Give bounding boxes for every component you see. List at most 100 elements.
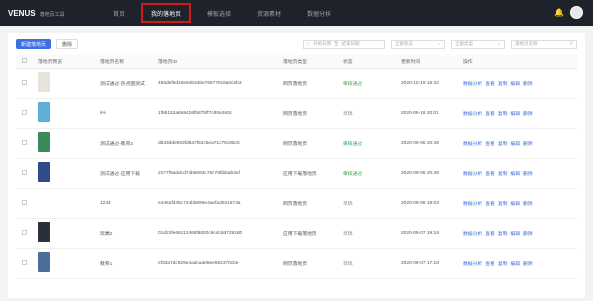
top-right-actions: 🔔 xyxy=(554,6,583,19)
table-row: 测试通过-应用下载 2277f9addcd74b6683c75c78bbbab3… xyxy=(16,158,577,189)
delete-link[interactable]: 删除 xyxy=(523,172,533,177)
preview-thumbnail[interactable] xyxy=(38,222,50,242)
delete-link[interactable]: 删除 xyxy=(523,112,533,117)
search-icon[interactable]: ⚲ xyxy=(569,41,573,47)
calendar-icon: □ xyxy=(307,41,311,47)
actions-cell: 数据分析 查看 复制 编辑 删除 xyxy=(463,158,577,189)
col-updated: 更新时间 xyxy=(401,55,463,69)
copy-link[interactable]: 复制 xyxy=(498,82,508,87)
status-badge: 草稿 xyxy=(343,188,401,219)
preview-thumbnail[interactable] xyxy=(38,162,50,182)
logo-subtitle: 落地页工具 xyxy=(39,11,65,18)
nav-resources[interactable]: 资源素材 xyxy=(244,0,294,26)
copy-link[interactable]: 复制 xyxy=(498,172,508,177)
view-link[interactable]: 查看 xyxy=(485,202,495,207)
updated-time-cell: 2020-09-07 17:18 xyxy=(401,248,463,279)
start-date-placeholder: 开始日期 xyxy=(313,41,332,46)
status-badge: 草稿 xyxy=(343,98,401,129)
main-panel: 新建落地页 删除 □ 开始日期 至 结束日期 全部状态 ⌄ 全部类型 ⌄ 落地页… xyxy=(8,33,585,298)
avatar[interactable] xyxy=(570,6,583,19)
preview-thumbnail[interactable] xyxy=(38,102,50,122)
row-checkbox[interactable] xyxy=(22,139,27,145)
preview-thumbnail[interactable] xyxy=(38,132,50,152)
date-range-picker[interactable]: □ 开始日期 至 结束日期 xyxy=(303,39,385,49)
delete-button[interactable]: 删除 xyxy=(56,39,79,49)
row-checkbox[interactable] xyxy=(22,259,27,265)
status-select[interactable]: 全部状态 ⌄ xyxy=(391,39,445,49)
create-landing-page-button[interactable]: 新建落地页 xyxy=(16,39,52,49)
app-logo[interactable]: VENUS 落地页工具 xyxy=(0,9,70,18)
data-analysis-link[interactable]: 数据分析 xyxy=(463,82,482,87)
row-checkbox[interactable] xyxy=(22,79,27,85)
preview-cell xyxy=(38,248,100,279)
bell-icon[interactable]: 🔔 xyxy=(554,8,564,17)
table-row: 测试通过-热点图测试 455def9d46e84b34be765779c8a0c… xyxy=(16,68,577,99)
data-analysis-link[interactable]: 数据分析 xyxy=(463,232,482,237)
view-link[interactable]: 查看 xyxy=(485,172,495,177)
edit-link[interactable]: 编辑 xyxy=(510,232,520,237)
delete-link[interactable]: 删除 xyxy=(523,232,533,237)
row-checkbox[interactable] xyxy=(22,199,27,205)
copy-link[interactable]: 复制 xyxy=(498,202,508,207)
row-select-cell xyxy=(16,128,38,159)
preview-cell xyxy=(38,188,100,219)
edit-link[interactable]: 编辑 xyxy=(510,112,520,117)
data-analysis-link[interactable]: 数据分析 xyxy=(463,112,482,117)
view-link[interactable]: 查看 xyxy=(485,112,495,117)
select-all-checkbox[interactable] xyxy=(22,57,27,63)
edit-link[interactable]: 编辑 xyxy=(510,262,520,267)
id-cell: d633dde693fd9a7f84c8ea71c76c85c5 xyxy=(158,128,283,159)
view-link[interactable]: 查看 xyxy=(485,232,495,237)
copy-link[interactable]: 复制 xyxy=(498,112,508,117)
delete-link[interactable]: 删除 xyxy=(523,202,533,207)
updated-time-cell: 2020-09-07 19:19 xyxy=(401,218,463,249)
edit-link[interactable]: 编辑 xyxy=(510,202,520,207)
nav-data-analysis[interactable]: 数据分析 xyxy=(294,0,344,26)
row-checkbox[interactable] xyxy=(22,229,27,235)
id-cell: 455def9d46e84b34be765779c8a0ceb3 xyxy=(158,68,283,99)
data-analysis-link[interactable]: 数据分析 xyxy=(463,172,482,177)
search-input[interactable]: 落地页名称 ⚲ xyxy=(511,39,577,49)
preview-thumbnail[interactable] xyxy=(38,252,50,272)
nav-home[interactable]: 首页 xyxy=(100,0,138,26)
type-select-value: 全部类型 xyxy=(455,41,473,46)
name-cell: 1234 xyxy=(100,188,158,219)
data-analysis-link[interactable]: 数据分析 xyxy=(463,202,482,207)
view-link[interactable]: 查看 xyxy=(485,82,495,87)
preview-cell xyxy=(38,218,100,249)
edit-link[interactable]: 编辑 xyxy=(510,172,520,177)
nav-template-select[interactable]: 模板选择 xyxy=(194,0,244,26)
copy-link[interactable]: 复制 xyxy=(498,262,508,267)
preview-cell xyxy=(38,128,100,159)
row-checkbox[interactable] xyxy=(22,109,27,115)
logo-text: VENUS xyxy=(8,8,36,18)
preview-thumbnail[interactable] xyxy=(38,192,50,212)
actions-cell: 数据分析 查看 复制 编辑 删除 xyxy=(463,68,577,99)
view-link[interactable]: 查看 xyxy=(485,262,495,267)
filters: □ 开始日期 至 结束日期 全部状态 ⌄ 全部类型 ⌄ 落地页名称 ⚲ xyxy=(303,39,577,49)
copy-link[interactable]: 复制 xyxy=(498,232,508,237)
preview-thumbnail[interactable] xyxy=(38,72,50,92)
actions-cell: 数据分析 查看 复制 编辑 删除 xyxy=(463,218,577,249)
row-checkbox[interactable] xyxy=(22,169,27,175)
actions-cell: 数据分析 查看 复制 编辑 删除 xyxy=(463,98,577,129)
type-cell: 网页落地页 xyxy=(283,68,343,99)
view-link[interactable]: 查看 xyxy=(485,142,495,147)
status-badge: 审核通过 xyxy=(343,128,401,159)
edit-link[interactable]: 编辑 xyxy=(510,82,520,87)
data-analysis-link[interactable]: 数据分析 xyxy=(463,262,482,267)
select-all-cell xyxy=(16,55,38,69)
edit-link[interactable]: 编辑 xyxy=(510,142,520,147)
nav-my-landing-pages[interactable]: 我的落地页 xyxy=(138,0,194,26)
status-select-value: 全部状态 xyxy=(395,41,413,46)
name-cell: 测试通过-教育2 xyxy=(100,128,158,159)
delete-link[interactable]: 删除 xyxy=(523,262,533,267)
type-select[interactable]: 全部类型 ⌄ xyxy=(451,39,505,49)
col-id: 落地页ID xyxy=(158,55,283,69)
main-nav: 首页 我的落地页 模板选择 资源素材 数据分析 xyxy=(100,0,344,26)
delete-link[interactable]: 删除 xyxy=(523,142,533,147)
copy-link[interactable]: 复制 xyxy=(498,142,508,147)
type-cell: 应用下载落地页 xyxy=(283,158,343,189)
delete-link[interactable]: 删除 xyxy=(523,82,533,87)
data-analysis-link[interactable]: 数据分析 xyxy=(463,142,482,147)
